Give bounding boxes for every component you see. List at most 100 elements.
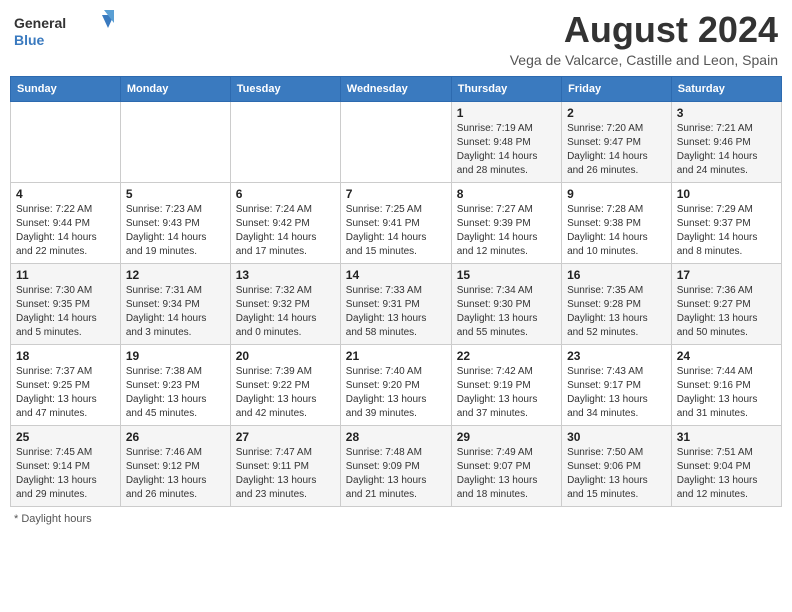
day-number: 14 — [346, 268, 446, 282]
calendar-cell: 10 Sunrise: 7:29 AMSunset: 9:37 PMDayligh… — [671, 182, 781, 263]
day-info: Sunrise: 7:48 AMSunset: 9:09 PMDaylight:… — [346, 446, 446, 502]
calendar-cell: 4 Sunrise: 7:22 AMSunset: 9:44 PMDaylight… — [11, 182, 121, 263]
header-day-thursday: Thursday — [451, 76, 561, 101]
header-day-monday: Monday — [120, 76, 230, 101]
footer-note: * Daylight hours — [10, 513, 782, 525]
day-info: Sunrise: 7:28 AMSunset: 9:38 PMDaylight:… — [567, 203, 666, 259]
day-number: 22 — [457, 349, 556, 363]
day-info: Sunrise: 7:51 AMSunset: 9:04 PMDaylight:… — [677, 446, 776, 502]
header-day-tuesday: Tuesday — [230, 76, 340, 101]
day-number: 15 — [457, 268, 556, 282]
day-number: 16 — [567, 268, 666, 282]
calendar-cell — [11, 101, 121, 182]
day-number: 29 — [457, 430, 556, 444]
day-info: Sunrise: 7:19 AMSunset: 9:48 PMDaylight:… — [457, 122, 556, 178]
calendar-cell — [230, 101, 340, 182]
day-number: 7 — [346, 187, 446, 201]
calendar-cell: 31 Sunrise: 7:51 AMSunset: 9:04 PMDayligh… — [671, 425, 781, 506]
calendar-cell — [340, 101, 451, 182]
day-info: Sunrise: 7:46 AMSunset: 9:12 PMDaylight:… — [126, 446, 225, 502]
calendar-cell: 2Sunrise: 7:20 AMSunset: 9:47 PMDaylight… — [562, 101, 672, 182]
week-row-5: 25 Sunrise: 7:45 AMSunset: 9:14 PMDayligh… — [11, 425, 782, 506]
day-number: 5 — [126, 187, 225, 201]
calendar-cell: 26Sunrise: 7:46 AMSunset: 9:12 PMDayligh… — [120, 425, 230, 506]
day-info: Sunrise: 7:42 AMSunset: 9:19 PMDaylight:… — [457, 365, 556, 421]
calendar-cell: 8 Sunrise: 7:27 AMSunset: 9:39 PMDaylight… — [451, 182, 561, 263]
calendar-cell: 27 Sunrise: 7:47 AMSunset: 9:11 PMDayligh… — [230, 425, 340, 506]
calendar-cell — [120, 101, 230, 182]
day-number: 3 — [677, 106, 776, 120]
day-info: Sunrise: 7:33 AMSunset: 9:31 PMDaylight:… — [346, 284, 446, 340]
day-number: 11 — [16, 268, 115, 282]
day-number: 13 — [236, 268, 335, 282]
title-area: August 2024 Vega de Valcarce, Castille a… — [510, 10, 778, 68]
calendar-cell: 25 Sunrise: 7:45 AMSunset: 9:14 PMDayligh… — [11, 425, 121, 506]
calendar-cell: 24 Sunrise: 7:44 AMSunset: 9:16 PMDayligh… — [671, 344, 781, 425]
day-number: 4 — [16, 187, 115, 201]
calendar-cell: 23 Sunrise: 7:43 AMSunset: 9:17 PMDayligh… — [562, 344, 672, 425]
day-number: 25 — [16, 430, 115, 444]
week-row-4: 18Sunrise: 7:37 AMSunset: 9:25 PMDayligh… — [11, 344, 782, 425]
calendar-cell: 14 Sunrise: 7:33 AMSunset: 9:31 PMDayligh… — [340, 263, 451, 344]
day-info: Sunrise: 7:50 AMSunset: 9:06 PMDaylight:… — [567, 446, 666, 502]
day-info: Sunrise: 7:49 AMSunset: 9:07 PMDaylight:… — [457, 446, 556, 502]
day-number: 1 — [457, 106, 556, 120]
calendar-cell: 7 Sunrise: 7:25 AMSunset: 9:41 PMDaylight… — [340, 182, 451, 263]
day-info: Sunrise: 7:43 AMSunset: 9:17 PMDaylight:… — [567, 365, 666, 421]
day-info: Sunrise: 7:21 AMSunset: 9:46 PMDaylight:… — [677, 122, 776, 178]
calendar-cell: 13 Sunrise: 7:32 AMSunset: 9:32 PMDayligh… — [230, 263, 340, 344]
calendar-cell: 30Sunrise: 7:50 AMSunset: 9:06 PMDayligh… — [562, 425, 672, 506]
day-info: Sunrise: 7:24 AMSunset: 9:42 PMDaylight:… — [236, 203, 335, 259]
footer-note-text: Daylight hours — [21, 513, 91, 525]
logo: General Blue — [14, 10, 114, 50]
day-info: Sunrise: 7:32 AMSunset: 9:32 PMDaylight:… — [236, 284, 335, 340]
week-row-1: 1 Sunrise: 7:19 AMSunset: 9:48 PMDaylight… — [11, 101, 782, 182]
day-info: Sunrise: 7:29 AMSunset: 9:37 PMDaylight:… — [677, 203, 776, 259]
day-info: Sunrise: 7:40 AMSunset: 9:20 PMDaylight:… — [346, 365, 446, 421]
day-number: 24 — [677, 349, 776, 363]
calendar-cell: 6Sunrise: 7:24 AMSunset: 9:42 PMDaylight… — [230, 182, 340, 263]
day-number: 19 — [126, 349, 225, 363]
day-info: Sunrise: 7:36 AMSunset: 9:27 PMDaylight:… — [677, 284, 776, 340]
day-info: Sunrise: 7:34 AMSunset: 9:30 PMDaylight:… — [457, 284, 556, 340]
day-info: Sunrise: 7:25 AMSunset: 9:41 PMDaylight:… — [346, 203, 446, 259]
day-info: Sunrise: 7:35 AMSunset: 9:28 PMDaylight:… — [567, 284, 666, 340]
day-number: 17 — [677, 268, 776, 282]
calendar-cell: 21Sunrise: 7:40 AMSunset: 9:20 PMDayligh… — [340, 344, 451, 425]
calendar-cell: 29 Sunrise: 7:49 AMSunset: 9:07 PMDayligh… — [451, 425, 561, 506]
calendar-cell: 11 Sunrise: 7:30 AMSunset: 9:35 PMDayligh… — [11, 263, 121, 344]
day-info: Sunrise: 7:39 AMSunset: 9:22 PMDaylight:… — [236, 365, 335, 421]
day-number: 8 — [457, 187, 556, 201]
day-info: Sunrise: 7:30 AMSunset: 9:35 PMDaylight:… — [16, 284, 115, 340]
header-day-wednesday: Wednesday — [340, 76, 451, 101]
day-info: Sunrise: 7:37 AMSunset: 9:25 PMDaylight:… — [16, 365, 115, 421]
calendar-cell: 15 Sunrise: 7:34 AMSunset: 9:30 PMDayligh… — [451, 263, 561, 344]
svg-text:General: General — [14, 15, 66, 31]
day-info: Sunrise: 7:47 AMSunset: 9:11 PMDaylight:… — [236, 446, 335, 502]
calendar-cell: 19Sunrise: 7:38 AMSunset: 9:23 PMDayligh… — [120, 344, 230, 425]
day-number: 9 — [567, 187, 666, 201]
calendar-cell: 18Sunrise: 7:37 AMSunset: 9:25 PMDayligh… — [11, 344, 121, 425]
day-info: Sunrise: 7:20 AMSunset: 9:47 PMDaylight:… — [567, 122, 666, 178]
header-day-friday: Friday — [562, 76, 672, 101]
header: General Blue August 2024 Vega de Valcarc… — [10, 10, 782, 68]
day-number: 10 — [677, 187, 776, 201]
day-info: Sunrise: 7:44 AMSunset: 9:16 PMDaylight:… — [677, 365, 776, 421]
day-number: 31 — [677, 430, 776, 444]
calendar-cell: 22 Sunrise: 7:42 AMSunset: 9:19 PMDayligh… — [451, 344, 561, 425]
day-info: Sunrise: 7:27 AMSunset: 9:39 PMDaylight:… — [457, 203, 556, 259]
day-number: 20 — [236, 349, 335, 363]
day-info: Sunrise: 7:31 AMSunset: 9:34 PMDaylight:… — [126, 284, 225, 340]
calendar-cell: 28 Sunrise: 7:48 AMSunset: 9:09 PMDayligh… — [340, 425, 451, 506]
calendar-cell: 17 Sunrise: 7:36 AMSunset: 9:27 PMDayligh… — [671, 263, 781, 344]
day-number: 28 — [346, 430, 446, 444]
day-info: Sunrise: 7:23 AMSunset: 9:43 PMDaylight:… — [126, 203, 225, 259]
day-number: 12 — [126, 268, 225, 282]
calendar-cell: 1 Sunrise: 7:19 AMSunset: 9:48 PMDaylight… — [451, 101, 561, 182]
day-info: Sunrise: 7:45 AMSunset: 9:14 PMDaylight:… — [16, 446, 115, 502]
week-row-2: 4 Sunrise: 7:22 AMSunset: 9:44 PMDaylight… — [11, 182, 782, 263]
calendar-cell: 20 Sunrise: 7:39 AMSunset: 9:22 PMDayligh… — [230, 344, 340, 425]
day-number: 23 — [567, 349, 666, 363]
day-info: Sunrise: 7:22 AMSunset: 9:44 PMDaylight:… — [16, 203, 115, 259]
day-number: 27 — [236, 430, 335, 444]
